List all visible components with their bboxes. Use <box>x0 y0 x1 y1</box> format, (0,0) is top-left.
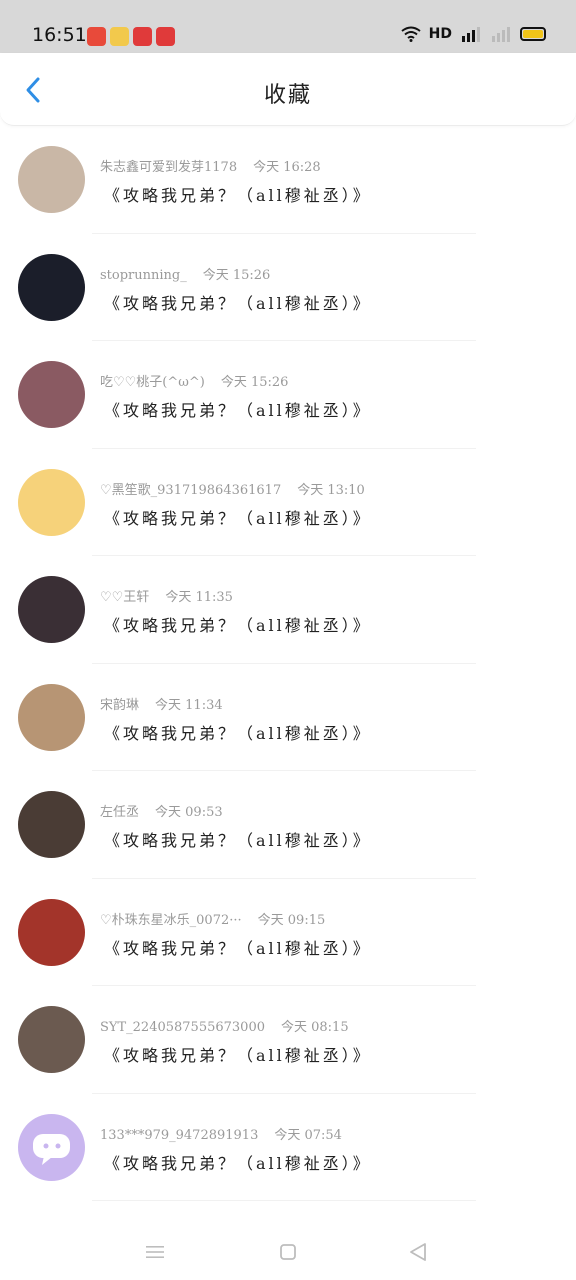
avatar[interactable] <box>18 468 85 536</box>
menu-button[interactable] <box>142 1239 168 1265</box>
username: 朱志鑫可爱到发芽1178 <box>100 160 238 175</box>
item-meta: ♡朴珠东星冰乐_0072··· 今天 09:15 <box>100 909 325 928</box>
item-meta: SYT_2240587555673000 今天 08:15 <box>100 1016 349 1035</box>
item-meta: 133***979_9472891913 今天 07:54 <box>100 1124 342 1143</box>
timestamp: 今天 08:15 <box>281 1020 349 1035</box>
item-title[interactable]: 《攻略我兄弟？（all穆祉丞）》 <box>104 182 372 206</box>
avatar[interactable] <box>18 1113 85 1181</box>
avatar[interactable] <box>18 146 85 213</box>
item-title[interactable]: 《攻略我兄弟？（all穆祉丞）》 <box>104 827 372 851</box>
username: 宋韵琳 <box>100 697 140 713</box>
list-item[interactable]: 吃♡♡桃子(^ω^) 今天 15:26 《攻略我兄弟？（all穆祉丞）》 <box>0 341 576 449</box>
item-meta: 左任丞 今天 09:53 <box>100 801 223 820</box>
username: SYT_2240587555673000 <box>100 1020 265 1035</box>
status-app-icons <box>87 27 175 46</box>
list-item[interactable]: SYT_2240587555673000 今天 08:15 《攻略我兄弟？（all… <box>0 986 576 1094</box>
item-meta: ♡黑笙歌_931719864361617 今天 13:10 <box>100 479 365 498</box>
item-title[interactable]: 《攻略我兄弟？（all穆祉丞）》 <box>104 397 372 421</box>
timestamp: 今天 16:28 <box>253 160 321 175</box>
home-icon <box>280 1244 296 1260</box>
timestamp: 今天 11:35 <box>165 590 233 605</box>
avatar[interactable] <box>18 898 85 966</box>
timestamp: 今天 15:26 <box>220 375 289 390</box>
avatar[interactable] <box>18 683 85 751</box>
app-icon-4 <box>156 27 175 46</box>
list-item[interactable]: 左任丞 今天 09:53 《攻略我兄弟？（all穆祉丞）》 <box>0 771 576 879</box>
timestamp: 今天 09:15 <box>257 912 326 928</box>
list-item[interactable]: 朱志鑫可爱到发芽1178 今天 16:28 《攻略我兄弟？（all穆祉丞）》 <box>0 126 576 234</box>
item-meta: 宋韵琳 今天 11:34 <box>100 694 223 713</box>
username: 左任丞 <box>100 805 140 820</box>
timestamp: 今天 11:34 <box>155 697 223 713</box>
menu-icon <box>146 1246 164 1258</box>
username: 133***979_9472891913 <box>100 1127 259 1143</box>
avatar[interactable] <box>18 791 85 858</box>
battery-icon <box>520 27 546 41</box>
home-button[interactable] <box>275 1239 301 1265</box>
item-meta: stoprunning_ 今天 15:26 <box>100 264 270 283</box>
avatar[interactable] <box>18 253 85 321</box>
signal-icon-2 <box>492 27 510 42</box>
username: ♡朴珠东星冰乐_0072··· <box>100 912 242 928</box>
navigation-bar <box>0 1225 576 1280</box>
item-meta: 吃♡♡桃子(^ω^) 今天 15:26 <box>100 371 288 390</box>
list-item[interactable]: stoprunning_ 今天 15:26 《攻略我兄弟？（all穆祉丞）》 <box>0 234 576 341</box>
favorites-list: 朱志鑫可爱到发芽1178 今天 16:28 《攻略我兄弟？（all穆祉丞）》 st… <box>0 126 576 1201</box>
timestamp: 今天 13:10 <box>297 482 365 498</box>
list-item[interactable]: ♡朴珠东星冰乐_0072··· 今天 09:15 《攻略我兄弟？（all穆祉丞）》 <box>0 879 576 986</box>
timestamp: 今天 09:53 <box>155 805 223 820</box>
wifi-icon <box>401 26 421 42</box>
status-indicators: HD <box>401 26 546 42</box>
list-item[interactable]: ♡黑笙歌_931719864361617 今天 13:10 《攻略我兄弟？（all… <box>0 449 576 556</box>
list-item[interactable]: 宋韵琳 今天 11:34 《攻略我兄弟？（all穆祉丞）》 <box>0 664 576 771</box>
username: ♡黑笙歌_931719864361617 <box>100 482 282 498</box>
page-title: 收藏 <box>263 83 312 108</box>
chat-bubble-icon <box>33 1133 70 1165</box>
item-title[interactable]: 《攻略我兄弟？（all穆祉丞）》 <box>104 935 372 959</box>
item-title[interactable]: 《攻略我兄弟？（all穆祉丞）》 <box>104 1150 372 1174</box>
avatar[interactable] <box>18 361 85 428</box>
status-bar: 16:51 HD <box>0 0 576 53</box>
item-title[interactable]: 《攻略我兄弟？（all穆祉丞）》 <box>104 720 372 744</box>
status-time: 16:51 <box>32 24 87 46</box>
back-triangle-icon <box>410 1243 426 1261</box>
app-icon-3 <box>133 27 152 46</box>
item-title[interactable]: 《攻略我兄弟？（all穆祉丞）》 <box>104 290 372 314</box>
list-item[interactable]: ♡♡王轩 今天 11:35 《攻略我兄弟？（all穆祉丞）》 <box>0 556 576 664</box>
timestamp: 今天 07:54 <box>274 1127 342 1143</box>
app-icon-1 <box>87 27 106 46</box>
back-nav-button[interactable] <box>405 1239 431 1265</box>
username: stoprunning_ <box>100 267 187 283</box>
app-icon-2 <box>110 27 129 46</box>
item-title[interactable]: 《攻略我兄弟？（all穆祉丞）》 <box>104 505 372 529</box>
network-label: HD <box>428 26 452 42</box>
divider <box>92 1200 476 1201</box>
username: 吃♡♡桃子(^ω^) <box>100 375 205 390</box>
timestamp: 今天 15:26 <box>202 267 271 283</box>
item-title[interactable]: 《攻略我兄弟？（all穆祉丞）》 <box>104 612 372 636</box>
signal-icon <box>462 27 480 42</box>
list-item[interactable]: 133***979_9472891913 今天 07:54 《攻略我兄弟？（all… <box>0 1094 576 1201</box>
avatar[interactable] <box>18 1006 85 1073</box>
header: 收藏 <box>0 53 576 126</box>
username: ♡♡王轩 <box>100 590 150 605</box>
avatar[interactable] <box>18 576 85 643</box>
item-meta: 朱志鑫可爱到发芽1178 今天 16:28 <box>100 156 321 175</box>
item-title[interactable]: 《攻略我兄弟？（all穆祉丞）》 <box>104 1042 372 1066</box>
item-meta: ♡♡王轩 今天 11:35 <box>100 586 233 605</box>
